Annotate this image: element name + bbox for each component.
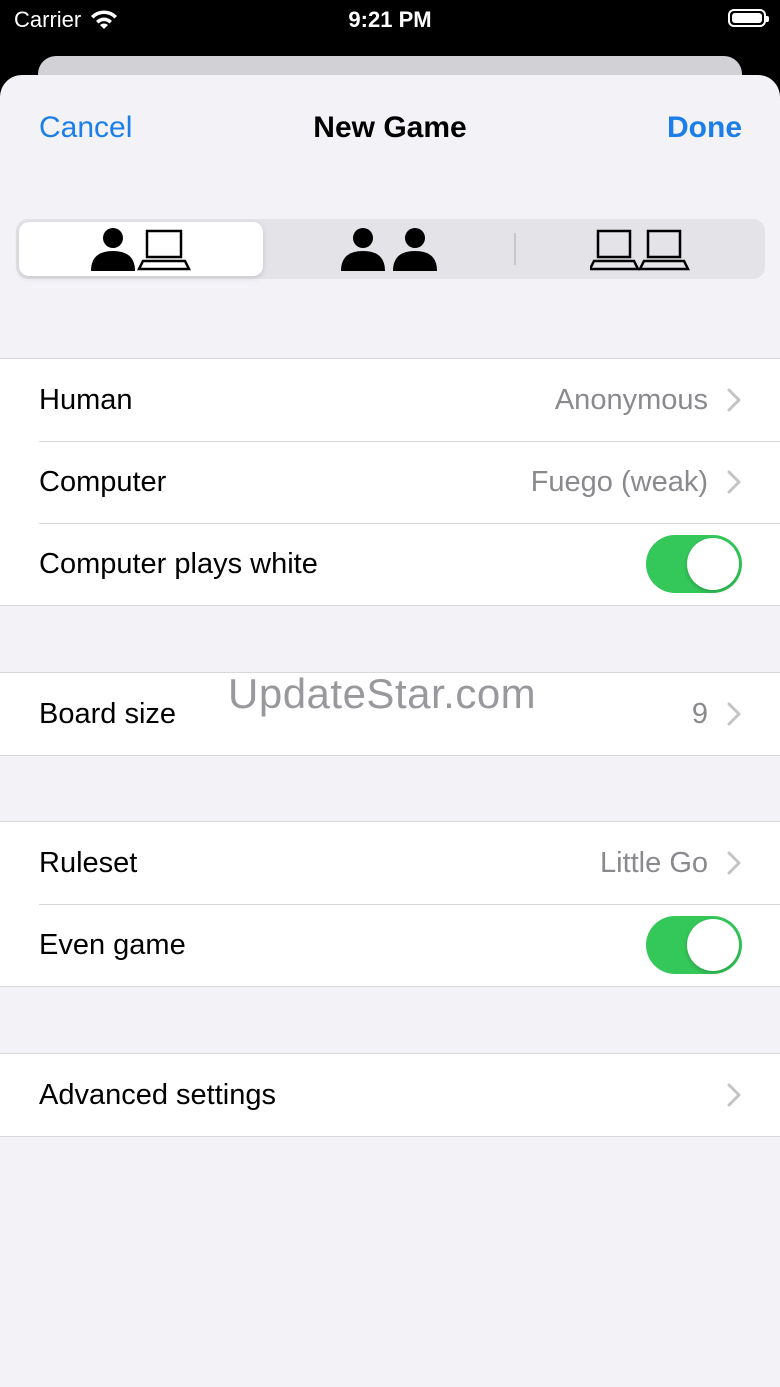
even-game-toggle[interactable] bbox=[646, 916, 742, 974]
computer-label: Computer bbox=[39, 465, 167, 498]
computer-value: Fuego (weak) bbox=[530, 465, 708, 498]
game-type-segmented-control bbox=[16, 219, 765, 279]
page-title: New Game bbox=[313, 111, 467, 144]
human-vs-human-icon bbox=[341, 228, 437, 271]
ruleset-label: Ruleset bbox=[39, 846, 138, 879]
even-game-label: Even game bbox=[39, 928, 186, 961]
new-game-sheet: Cancel New Game Done Human Anonymous Com… bbox=[0, 75, 780, 1387]
battery-icon bbox=[728, 9, 769, 27]
human-value: Anonymous bbox=[554, 383, 708, 416]
computer-plays-white-toggle[interactable] bbox=[646, 535, 742, 593]
done-button[interactable]: Done bbox=[667, 111, 742, 145]
advanced-settings-row[interactable]: Advanced settings bbox=[0, 1054, 780, 1136]
chevron-right-icon bbox=[726, 701, 742, 727]
navigation-bar: Cancel New Game Done bbox=[0, 75, 780, 183]
ruleset-value: Little Go bbox=[600, 846, 708, 879]
advanced-settings-label: Advanced settings bbox=[39, 1078, 276, 1111]
human-label: Human bbox=[39, 383, 133, 416]
ruleset-row[interactable]: Ruleset Little Go bbox=[0, 822, 780, 904]
computer-vs-computer-icon bbox=[590, 229, 690, 271]
status-time: 9:21 PM bbox=[348, 7, 432, 32]
computer-plays-white-label: Computer plays white bbox=[39, 547, 318, 580]
segment-human-vs-computer[interactable] bbox=[19, 222, 263, 276]
human-player-row[interactable]: Human Anonymous bbox=[0, 359, 780, 441]
chevron-right-icon bbox=[726, 387, 742, 413]
rules-section: Ruleset Little Go Even game bbox=[0, 821, 780, 987]
players-section: Human Anonymous Computer Fuego (weak) Co… bbox=[0, 358, 780, 606]
segment-human-vs-human[interactable] bbox=[269, 222, 513, 276]
chevron-right-icon bbox=[726, 850, 742, 876]
chevron-right-icon bbox=[726, 1082, 742, 1108]
human-vs-computer-icon bbox=[91, 228, 191, 271]
computer-player-row[interactable]: Computer Fuego (weak) bbox=[0, 441, 780, 523]
status-bar: Carrier 9:21 PM bbox=[0, 0, 780, 56]
even-game-row: Even game bbox=[0, 904, 780, 986]
advanced-section: Advanced settings bbox=[0, 1053, 780, 1137]
board-size-value: 9 bbox=[691, 697, 708, 730]
segment-divider bbox=[514, 233, 516, 265]
watermark: UpdateStar.com bbox=[228, 670, 537, 717]
toggle-knob bbox=[687, 919, 739, 971]
computer-plays-white-row: Computer plays white bbox=[0, 523, 780, 605]
segment-computer-vs-computer[interactable] bbox=[518, 222, 762, 276]
chevron-right-icon bbox=[726, 469, 742, 495]
toggle-knob bbox=[687, 538, 739, 590]
